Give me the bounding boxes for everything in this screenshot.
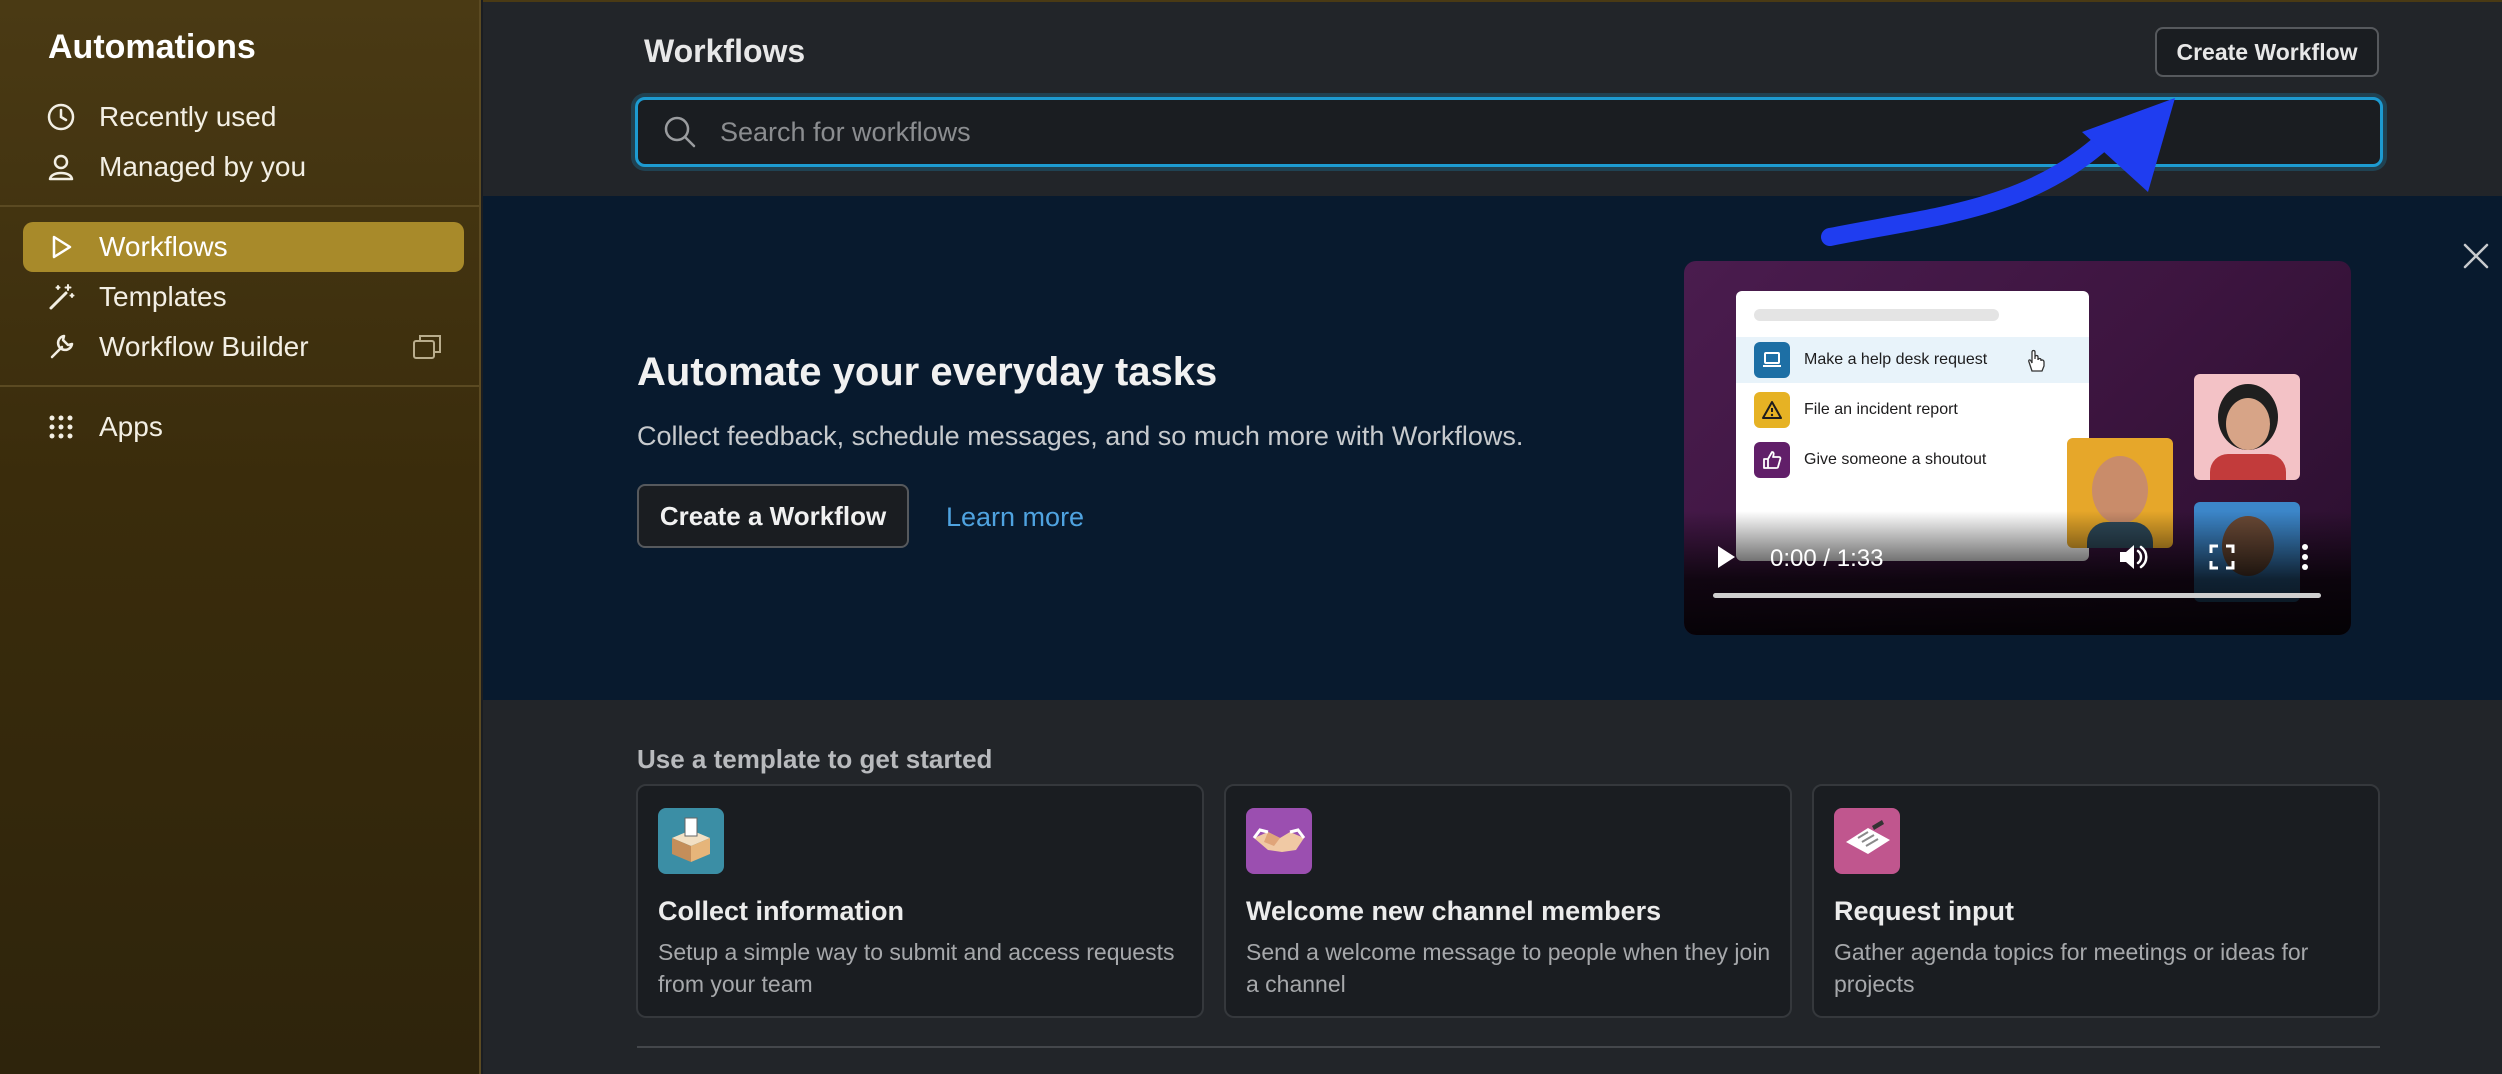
- fullscreen-icon[interactable]: [2209, 544, 2235, 575]
- annotation-arrow-icon: [1821, 98, 2175, 246]
- template-title: Request input: [1834, 896, 2014, 926]
- sidebar-item-label: Workflows: [99, 231, 228, 262]
- wrench-icon: [43, 329, 79, 365]
- sidebar: Automations Recently used Managed by you…: [0, 0, 481, 1074]
- sidebar-item-workflow-builder[interactable]: Workflow Builder: [23, 322, 464, 372]
- template-card-welcome-new-channel-members[interactable]: Welcome new channel members Send a welco…: [1224, 784, 1792, 1018]
- video-time: 0:00 / 1:33: [1770, 545, 1884, 572]
- video-menu-label: Give someone a shoutout: [1804, 451, 1987, 468]
- learn-more-link[interactable]: Learn more: [946, 502, 1084, 533]
- section-divider: [637, 1046, 2380, 1048]
- video-menu-item: File an incident report: [1736, 387, 2089, 433]
- search-icon: [662, 114, 698, 150]
- template-title: Collect information: [658, 896, 905, 926]
- sidebar-item-label: Workflow Builder: [99, 331, 309, 362]
- hero-title: Automate your everyday tasks: [637, 350, 1218, 394]
- play-icon: [43, 229, 79, 265]
- person-icon: [43, 149, 79, 185]
- sidebar-title: Automations: [48, 28, 256, 66]
- handshake-icon: [1246, 808, 1312, 874]
- video-menu-item: Give someone a shoutout: [1736, 437, 2089, 483]
- sidebar-divider: [0, 205, 479, 207]
- hero-subtitle: Collect feedback, schedule messages, and…: [637, 421, 1524, 451]
- video-person-thumbnail: [2194, 374, 2300, 480]
- sidebar-item-workflows[interactable]: Workflows: [23, 222, 464, 272]
- document-icon: [1834, 808, 1900, 874]
- video-menu-item: Make a help desk request: [1736, 337, 2089, 383]
- video-menu-label: Make a help desk request: [1804, 351, 1988, 368]
- volume-icon[interactable]: [2117, 542, 2151, 577]
- template-card-collect-information[interactable]: Collect information Setup a simple way t…: [636, 784, 1204, 1018]
- page-title: Workflows: [644, 33, 806, 69]
- ballot-box-icon: [658, 808, 724, 874]
- create-workflow-button[interactable]: Create Workflow: [2155, 27, 2379, 77]
- video-player[interactable]: Make a help desk request File an inciden…: [1684, 261, 2351, 635]
- video-controls: [1684, 511, 2351, 635]
- video-progress-bar[interactable]: [1713, 593, 2321, 598]
- close-icon[interactable]: [2460, 240, 2492, 272]
- sidebar-divider: [0, 385, 479, 387]
- sidebar-item-managed-by-you[interactable]: Managed by you: [23, 142, 464, 192]
- magic-wand-icon: [43, 279, 79, 315]
- hand-cursor-icon: [2026, 349, 2046, 378]
- open-in-new-window-icon[interactable]: [412, 333, 442, 368]
- placeholder-bar: [1754, 309, 1999, 321]
- create-a-workflow-button[interactable]: Create a Workflow: [637, 484, 909, 548]
- sidebar-item-label: Templates: [99, 281, 227, 312]
- apps-grid-icon: [43, 409, 79, 445]
- template-description: Gather agenda topics for meetings or ide…: [1834, 939, 2309, 997]
- template-title: Welcome new channel members: [1246, 896, 1662, 926]
- warning-icon: [1754, 392, 1790, 428]
- template-description: Send a welcome message to people when th…: [1246, 939, 1771, 997]
- thumbs-up-icon: [1754, 442, 1790, 478]
- sidebar-item-recently-used[interactable]: Recently used: [23, 92, 464, 142]
- sidebar-item-label: Apps: [99, 411, 163, 442]
- templates-heading: Use a template to get started: [637, 744, 993, 774]
- play-icon[interactable]: [1714, 543, 1738, 576]
- sidebar-item-label: Recently used: [99, 101, 277, 132]
- laptop-icon: [1754, 342, 1790, 378]
- sidebar-item-apps[interactable]: Apps: [23, 402, 464, 452]
- video-menu-label: File an incident report: [1804, 401, 1958, 418]
- more-options-icon[interactable]: [2300, 543, 2310, 576]
- clock-icon: [43, 99, 79, 135]
- template-description: Setup a simple way to submit and access …: [658, 939, 1175, 997]
- template-card-request-input[interactable]: Request input Gather agenda topics for m…: [1812, 784, 2380, 1018]
- sidebar-item-templates[interactable]: Templates: [23, 272, 464, 322]
- sidebar-item-label: Managed by you: [99, 151, 307, 182]
